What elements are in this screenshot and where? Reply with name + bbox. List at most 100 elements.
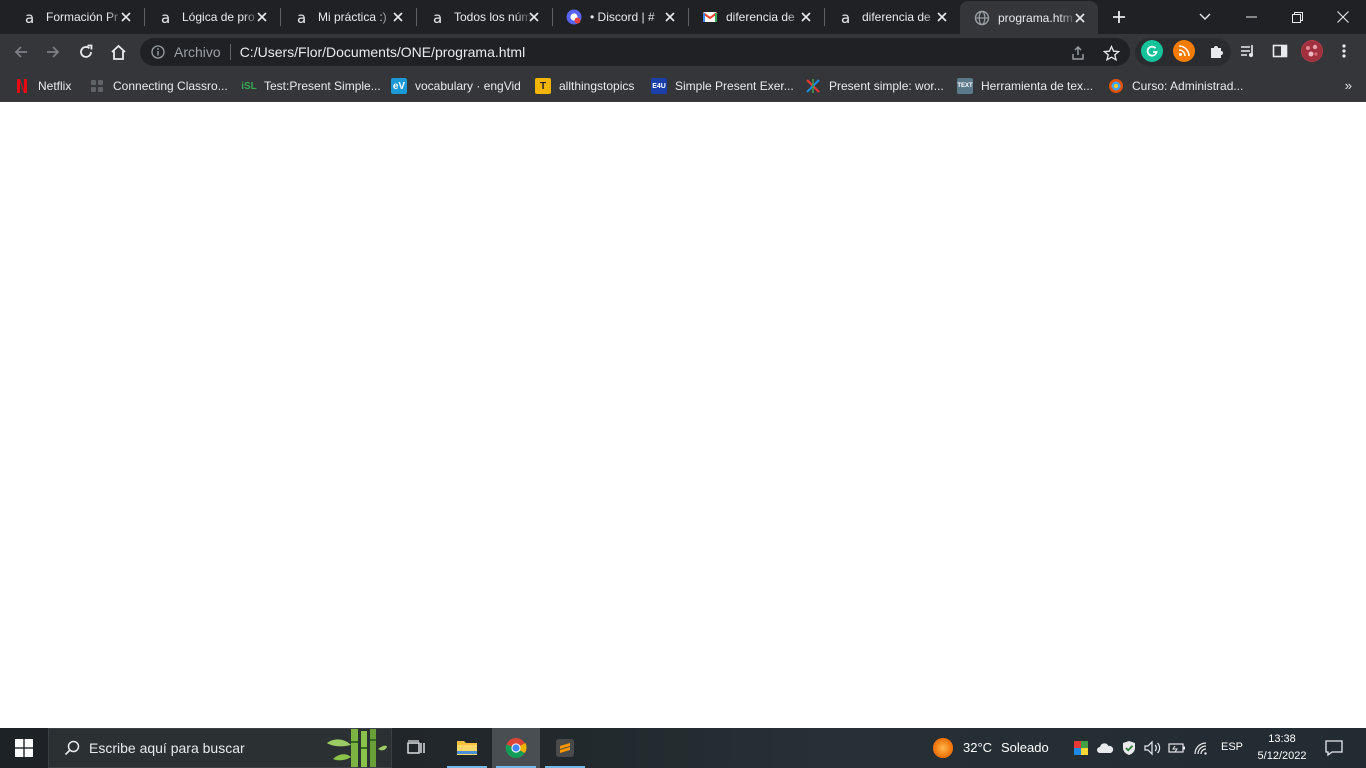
minimize-button[interactable] — [1228, 0, 1274, 34]
volume-icon[interactable] — [1144, 739, 1162, 757]
security-shield-icon[interactable] — [1120, 739, 1138, 757]
restore-button[interactable] — [1274, 0, 1320, 34]
tab-title: Formación Pr — [46, 10, 119, 24]
close-icon[interactable] — [798, 9, 814, 25]
info-icon[interactable] — [151, 45, 165, 59]
battery-icon[interactable] — [1168, 739, 1186, 757]
sublime-text-button[interactable] — [541, 728, 589, 768]
bookmark-allthingstopics[interactable]: T allthingstopics — [535, 76, 634, 96]
task-view-button[interactable] — [392, 728, 440, 768]
grammarly-icon[interactable] — [1141, 40, 1163, 62]
notifications-icon[interactable] — [1324, 738, 1344, 758]
bookmark-curso-administracion[interactable]: Curso: Administrad... — [1108, 76, 1243, 96]
close-icon[interactable] — [1072, 10, 1088, 26]
tab-search-button[interactable] — [1190, 0, 1220, 34]
svg-text:a: a — [25, 9, 34, 25]
text-tool-icon: TEXT — [957, 78, 973, 94]
tab-logica[interactable]: a Lógica de pro — [144, 0, 280, 34]
course-icon — [1108, 78, 1124, 94]
colorful-app-tray-icon[interactable] — [1072, 739, 1090, 757]
home-icon — [110, 44, 126, 60]
star-icon[interactable] — [1102, 44, 1120, 62]
bookmark-label: Netflix — [38, 79, 72, 93]
bookmark-engvid[interactable]: eV vocabulary · engVid — [391, 76, 521, 96]
more-bookmarks-button[interactable]: » — [1345, 78, 1352, 93]
allthingstopics-icon: T — [535, 78, 551, 94]
menu-icon[interactable] — [1333, 40, 1355, 62]
forward-button[interactable] — [39, 38, 67, 66]
bookmark-label: allthingstopics — [559, 79, 635, 93]
svg-text:a: a — [841, 9, 850, 25]
side-panel-icon[interactable] — [1269, 40, 1291, 62]
tab-todos-los-numeros[interactable]: a Todos los núm — [416, 0, 552, 34]
alura-icon: a — [838, 9, 854, 25]
url-text[interactable]: C:/Users/Flor/Documents/ONE/programa.htm… — [240, 44, 526, 60]
rss-extension-icon[interactable] — [1173, 40, 1195, 62]
bookmark-label: Present simple: wor... — [829, 79, 944, 93]
engvid-icon: eV — [391, 78, 407, 94]
alura-icon: a — [22, 9, 38, 25]
close-window-button[interactable] — [1320, 0, 1366, 34]
bookmark-label: Herramienta de tex... — [981, 79, 1094, 93]
taskbar-search-box[interactable]: Escribe aquí para buscar — [48, 728, 392, 768]
bookmark-herramienta-texto[interactable]: TEXT Herramienta de tex... — [957, 76, 1093, 96]
e4u-icon: E4U — [651, 78, 667, 94]
chrome-taskbar-button[interactable] — [492, 728, 540, 768]
arrow-right-icon — [47, 46, 60, 58]
tab-mi-practica[interactable]: a Mi práctica :) — [280, 0, 416, 34]
sun-icon[interactable] — [932, 737, 954, 759]
bookmark-present-simple-worksheet[interactable]: Present simple: wor... — [805, 76, 944, 96]
address-bar[interactable]: Archivo C:/Users/Flor/Documents/ONE/prog… — [140, 38, 1130, 66]
weather-description[interactable]: Soleado — [1001, 740, 1049, 755]
bookmark-label: Connecting Classro... — [113, 79, 228, 93]
task-view-icon — [407, 740, 425, 754]
avatar[interactable] — [1301, 40, 1323, 62]
bamboo-search-highlight-icon — [327, 729, 387, 767]
close-icon[interactable] — [254, 9, 270, 25]
onedrive-icon[interactable] — [1096, 739, 1114, 757]
minimize-icon — [1245, 16, 1257, 18]
tab-title: • Discord | # — [590, 10, 655, 24]
close-icon[interactable] — [662, 9, 678, 25]
bookmark-connecting-classroom[interactable]: Connecting Classro... — [89, 76, 228, 96]
svg-text:a: a — [161, 9, 170, 25]
tab-formacion[interactable]: a Formación Pr — [8, 0, 144, 34]
tab-title: programa.htm — [998, 10, 1073, 25]
bookmark-simple-present-exercises[interactable]: E4U Simple Present Exer... — [651, 76, 794, 96]
tab-gmail-diferencia[interactable]: diferencia de — [688, 0, 824, 34]
reload-button[interactable] — [72, 38, 100, 66]
back-button[interactable] — [7, 38, 35, 66]
wifi-icon[interactable] — [1192, 739, 1210, 757]
language-indicator[interactable]: ESP — [1221, 741, 1243, 753]
close-icon[interactable] — [526, 9, 542, 25]
weather-temperature[interactable]: 32°C — [963, 740, 992, 755]
scheme-label: Archivo — [174, 44, 221, 60]
tab-title: Todos los núm — [454, 10, 532, 24]
close-icon[interactable] — [934, 9, 950, 25]
alura-icon: a — [294, 9, 310, 25]
bookmark-present-simple-test[interactable]: iSL Test:Present Simple... — [240, 76, 381, 96]
alura-icon: a — [430, 9, 446, 25]
new-tab-button[interactable] — [1106, 0, 1132, 34]
bookmark-netflix[interactable]: Netflix — [14, 76, 71, 96]
start-button[interactable] — [0, 728, 48, 768]
close-icon[interactable] — [118, 9, 134, 25]
share-icon[interactable] — [1069, 44, 1087, 62]
reload-icon — [80, 44, 93, 58]
bookmark-label: Simple Present Exer... — [675, 79, 794, 93]
globe-icon — [974, 10, 990, 26]
page-content — [0, 103, 1366, 728]
close-icon[interactable] — [390, 9, 406, 25]
file-explorer-button[interactable] — [443, 728, 491, 768]
search-icon — [63, 739, 81, 757]
omnibox-divider — [229, 44, 231, 60]
puzzle-icon[interactable] — [1205, 40, 1227, 62]
media-controls-icon[interactable] — [1237, 40, 1259, 62]
clock[interactable]: 13:38 5/12/2022 — [1250, 731, 1314, 765]
folder-icon — [457, 741, 477, 755]
tab-programa-active[interactable]: programa.htm — [960, 1, 1098, 34]
home-button[interactable] — [104, 38, 132, 66]
tab-discord[interactable]: • Discord | # — [552, 0, 688, 34]
tab-diferencia[interactable]: a diferencia de — [824, 0, 960, 34]
netflix-icon — [14, 78, 30, 94]
